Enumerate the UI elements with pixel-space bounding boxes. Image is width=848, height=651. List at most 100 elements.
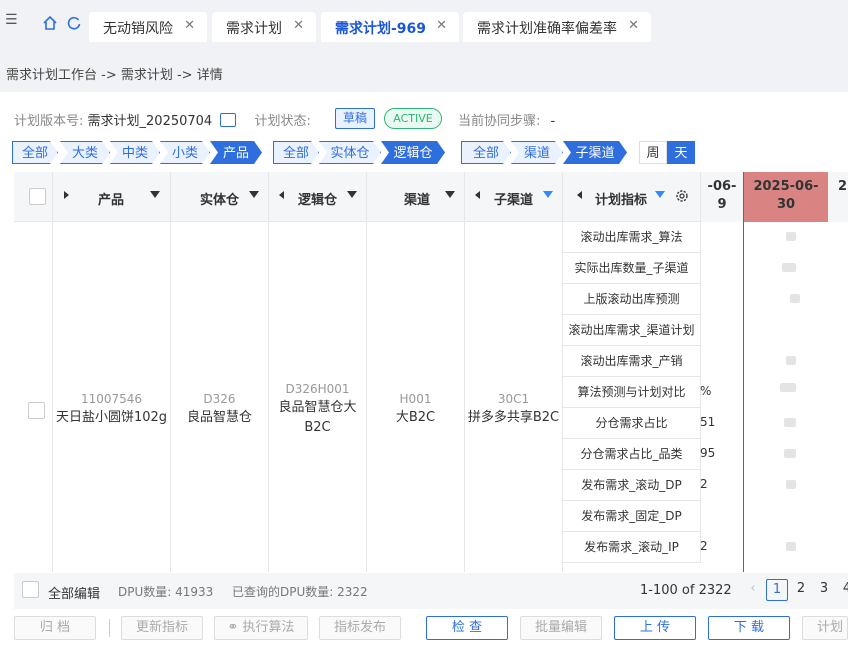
close-icon[interactable]: ✕ — [184, 18, 195, 33]
metric-row: 滚动出库需求_算法 — [563, 222, 701, 253]
channel-level-all[interactable]: 全部 — [461, 141, 511, 164]
publish-metrics-button[interactable]: 指标发布 — [319, 616, 401, 640]
blurred-value — [780, 383, 796, 392]
metric-row: 算法预测与计划对比 — [563, 377, 701, 408]
header-label: 逻辑仓 — [298, 193, 338, 208]
value-cell: 51 — [700, 415, 716, 429]
settings-icon[interactable] — [675, 189, 689, 203]
date-header-today[interactable]: 2025-06- 30 — [744, 172, 828, 222]
tab-label: 无动销风险 — [103, 21, 173, 37]
cell-channel: H001 大B2C — [367, 222, 465, 572]
select-all-checkbox[interactable] — [29, 188, 46, 205]
date-label: -06- — [707, 179, 737, 194]
metric-row: 发布需求_滚动_IP — [563, 532, 701, 563]
row-checkbox[interactable] — [28, 402, 45, 419]
logical-wh-code: D326H001 — [285, 382, 350, 396]
filter-icon[interactable] — [655, 191, 665, 198]
tab-demand-plan[interactable]: 需求计划 ✕ — [212, 12, 316, 42]
close-icon[interactable]: ✕ — [628, 18, 639, 33]
tab-plan-accuracy[interactable]: 需求计划准确率偏差率 ✕ — [463, 12, 651, 42]
header-physical-wh: 实体仓 — [171, 172, 269, 222]
metric-row: 滚动出库需求_渠道计划 — [563, 315, 701, 346]
close-icon[interactable]: ✕ — [436, 18, 447, 33]
tab-label: 需求计划 — [226, 21, 282, 37]
tab-label: 需求计划-969 — [335, 21, 427, 37]
metric-row: 发布需求_滚动_DP — [563, 470, 701, 501]
filter-icon[interactable] — [543, 191, 553, 198]
filter-icon[interactable] — [445, 191, 455, 198]
header-product: 产品 — [53, 172, 171, 222]
product-code: 11007546 — [80, 392, 143, 406]
header-metric: 计划指标 — [563, 172, 701, 222]
date-header-next: 2 — [828, 172, 848, 222]
step-label-text: 当前协同步骤: — [458, 114, 541, 129]
value-cell: % — [700, 384, 712, 398]
link-icon: ⚭ — [227, 620, 239, 635]
grain-week[interactable]: 周 — [639, 141, 667, 164]
page-4[interactable]: 4 — [836, 579, 848, 601]
upload-button[interactable]: 上 传 — [614, 616, 696, 640]
value-cell: 95 — [700, 446, 716, 460]
warehouse-level-logical[interactable]: 逻辑仓 — [381, 141, 445, 164]
filter-icon[interactable] — [347, 191, 357, 198]
header-sub-channel: 子渠道 — [465, 172, 563, 222]
filter-icon[interactable] — [150, 191, 160, 198]
warehouse-level-physical[interactable]: 实体仓 — [319, 141, 381, 164]
product-name: 天日盐小圆饼102g — [55, 410, 168, 425]
batch-edit-button[interactable]: 批量编辑 — [520, 616, 602, 640]
page-2[interactable]: 2 — [790, 579, 812, 601]
plan-button[interactable]: 计划 — [802, 616, 848, 640]
physical-wh-name: 良品智慧仓 — [186, 410, 252, 425]
archive-button[interactable]: 归 档 — [14, 616, 96, 640]
cell-logical-wh: D326H001 良品智慧仓大 B2C — [269, 222, 367, 572]
edit-all-checkbox[interactable] — [22, 581, 39, 598]
run-algorithm-button[interactable]: ⚭ 执行算法 — [214, 616, 308, 640]
product-level-all[interactable]: 全部 — [12, 141, 58, 164]
header-label: 产品 — [98, 193, 125, 208]
download-button[interactable]: 下 载 — [708, 616, 790, 640]
page-3[interactable]: 3 — [813, 579, 835, 601]
value-cell: 2 — [700, 477, 708, 491]
dpu-count: DPU数量: 41933 — [118, 585, 214, 599]
header-label: 实体仓 — [200, 193, 240, 208]
update-metrics-button[interactable]: 更新指标 — [121, 616, 203, 640]
cell-sub-channel: 30C1 拼多多共享B2C — [465, 222, 563, 572]
blurred-value — [790, 294, 800, 303]
run-algorithm-label: 执行算法 — [242, 620, 295, 635]
page-1[interactable]: 1 — [766, 579, 788, 601]
home-icon[interactable] — [43, 16, 57, 30]
metric-row: 发布需求_固定_DP — [563, 501, 701, 532]
tab-demand-plan-969[interactable]: 需求计划-969 ✕ — [321, 12, 459, 42]
collapse-icon[interactable] — [475, 191, 480, 199]
queried-count: 已查询的DPU数量: 2322 — [232, 585, 368, 599]
expand-icon[interactable] — [64, 191, 69, 199]
close-icon[interactable]: ✕ — [293, 18, 304, 33]
collapse-icon[interactable] — [577, 191, 582, 199]
blurred-value — [786, 480, 796, 489]
grain-day[interactable]: 天 — [667, 141, 695, 164]
metric-row: 分仓需求占比 — [563, 408, 701, 439]
date-header-prev: -06- 9 — [701, 172, 743, 222]
check-button[interactable]: 检 查 — [426, 616, 508, 640]
warehouse-level-all[interactable]: 全部 — [273, 141, 319, 164]
tab-label: 需求计划准确率偏差率 — [477, 21, 617, 37]
header-label: 渠道 — [404, 193, 431, 208]
status-label: 计划状态: — [254, 114, 311, 129]
channel-level-sub[interactable]: 子渠道 — [563, 141, 627, 164]
date-label: 2 — [838, 179, 848, 194]
tab-no-sales-risk[interactable]: 无动销风险 ✕ — [89, 12, 207, 42]
calendar-icon[interactable] — [220, 113, 237, 127]
collapse-icon[interactable] — [279, 191, 284, 199]
refresh-icon[interactable] — [67, 16, 81, 30]
filter-icon[interactable] — [249, 191, 259, 198]
blurred-value — [786, 232, 796, 241]
menu-icon[interactable]: ☰ — [5, 12, 18, 28]
blurred-value — [786, 542, 796, 551]
prev-page-icon[interactable]: ‹ — [742, 579, 764, 601]
cell-product: 11007546 天日盐小圆饼102g — [53, 222, 171, 572]
header-channel: 渠道 — [367, 172, 465, 222]
sub-channel-code: 30C1 — [497, 392, 530, 406]
step-label: 当前协同步骤: - — [458, 110, 555, 129]
channel-code: H001 — [399, 392, 432, 406]
sub-channel-name: 拼多多共享B2C — [467, 410, 560, 425]
